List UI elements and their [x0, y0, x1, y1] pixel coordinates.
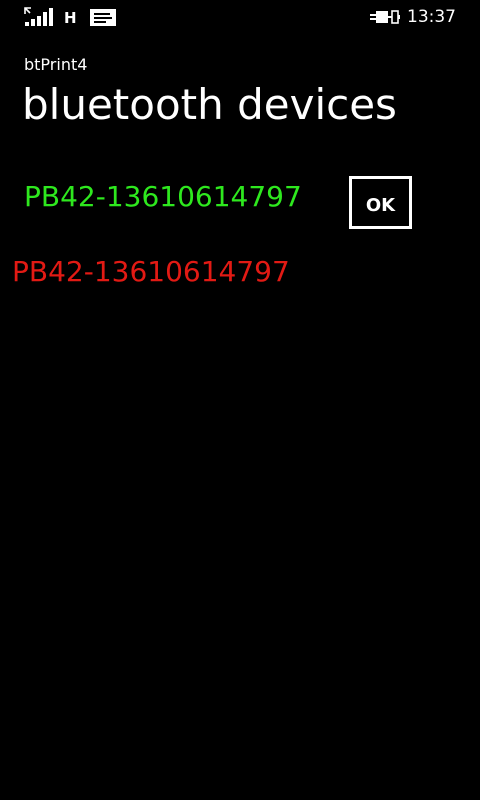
- connected-device-item[interactable]: PB42-13610614797: [24, 177, 324, 217]
- status-clock: 13:37: [407, 7, 456, 27]
- ok-button[interactable]: OK: [349, 176, 412, 229]
- app-title: btPrint4: [24, 55, 88, 74]
- charging-plug-icon: [370, 10, 400, 24]
- connected-device-name: PB42-13610614797: [24, 180, 302, 213]
- status-bar: H 13:37: [0, 0, 480, 34]
- network-type-indicator: H: [64, 9, 77, 27]
- signal-strength-icon: [24, 7, 53, 26]
- message-icon: [90, 9, 116, 26]
- found-device-item[interactable]: PB42-13610614797: [12, 252, 290, 292]
- page-title: bluetooth devices: [22, 80, 397, 129]
